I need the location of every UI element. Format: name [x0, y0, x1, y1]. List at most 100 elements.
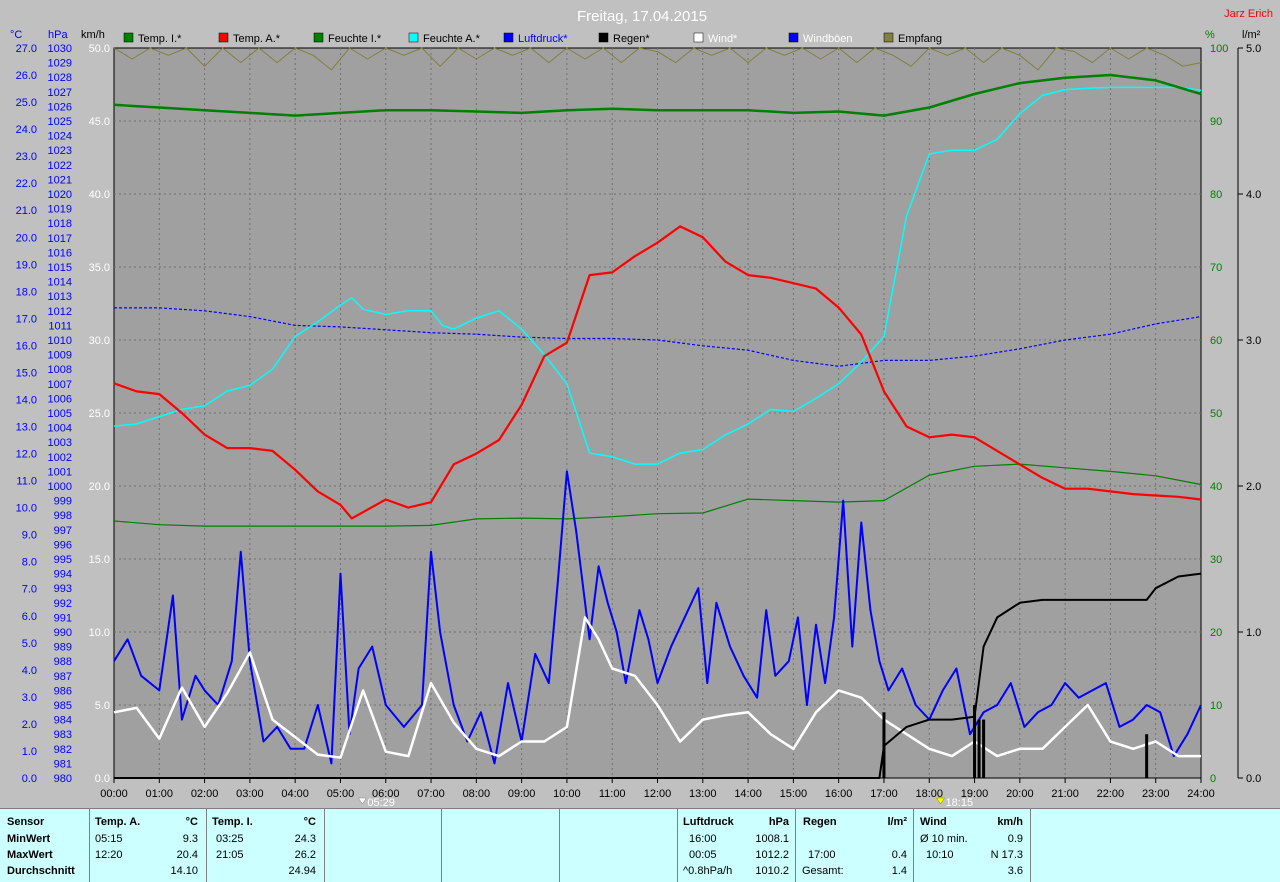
legend-swatch	[883, 32, 894, 43]
weather-chart: Freitag, 17.04.2015 Jarz Erich Temp. I.*…	[10, 8, 1273, 808]
celsius-tick-label: 0.0	[22, 773, 37, 785]
rain-total: 1.4	[891, 865, 907, 877]
axis-unit-rain: l/m²	[1242, 29, 1261, 41]
wind-header: Wind	[920, 816, 947, 828]
time-tick-label: 20:00	[1006, 788, 1034, 800]
hpa-tick-label: 1028	[48, 72, 72, 84]
time-tick-label: 16:00	[825, 788, 853, 800]
celsius-tick-label: 7.0	[22, 584, 37, 596]
celsius-tick-label: 11.0	[16, 476, 37, 488]
axis-time: 00:00 01:00 02:00 03:00 04:00 05:00 06:00 07:00…	[100, 778, 1215, 800]
legend-label: Regen*	[613, 33, 650, 45]
hpa-tick-label: 1027	[48, 87, 72, 99]
kmh-tick-label: 25.0	[89, 408, 110, 420]
hpa-tick-label: 1025	[48, 116, 72, 128]
stats-col-empty-3	[559, 809, 678, 882]
celsius-tick-label: 17.0	[16, 313, 37, 325]
rain-bar	[977, 719, 981, 778]
rain-tick-label: 1.0	[1246, 627, 1261, 639]
hpa-tick-label: 989	[54, 642, 72, 654]
rain-tick-label: 5.0	[1246, 43, 1261, 55]
hpa-tick-label: 1019	[48, 204, 72, 216]
temp-a-unit: °C	[185, 816, 198, 828]
rain-unit: l/m²	[887, 816, 907, 828]
hpa-tick-label: 1014	[48, 277, 72, 289]
legend-label: Empfang	[898, 33, 942, 45]
hpa-tick-label: 1015	[48, 262, 72, 274]
legend-label: Temp. A.*	[233, 33, 281, 45]
hpa-tick-label: 993	[54, 583, 72, 595]
celsius-tick-label: 2.0	[22, 719, 37, 731]
celsius-tick-label: 27.0	[16, 43, 37, 55]
axis-rain: 5.0 4.0 3.0 2.0 1.0 0.0	[1238, 43, 1261, 785]
kmh-tick-label: 5.0	[95, 700, 110, 712]
sunset-label: 18:15	[946, 797, 974, 808]
temp-i-min-time: 03:25	[216, 833, 244, 845]
kmh-tick-label: 40.0	[89, 189, 110, 201]
time-tick-label: 22:00	[1097, 788, 1125, 800]
temp-a-min-time: 05:15	[95, 833, 123, 845]
celsius-tick-label: 20.0	[16, 232, 37, 244]
time-tick-label: 13:00	[689, 788, 717, 800]
time-tick-label: 15:00	[780, 788, 808, 800]
pressure-min: 1008.1	[755, 833, 789, 845]
wind-unit: km/h	[997, 816, 1023, 828]
stats-col-temp-a: Temp. A. °C 05:15 9.3 12:20 20.4 14.10	[89, 809, 207, 882]
kmh-tick-label: 10.0	[89, 627, 110, 639]
legend-label: Wind*	[708, 33, 738, 45]
hpa-tick-label: 990	[54, 627, 72, 639]
rain-bar	[973, 705, 977, 778]
hpa-tick-label: 1017	[48, 233, 72, 245]
pressure-max: 1012.2	[755, 849, 789, 861]
temp-i-unit: °C	[303, 816, 316, 828]
hpa-tick-label: 981	[54, 758, 72, 770]
celsius-tick-label: 10.0	[16, 503, 37, 515]
axis-unit-hpa: hPa	[48, 29, 68, 41]
time-tick-label: 14:00	[734, 788, 762, 800]
hpa-tick-label: 996	[54, 539, 72, 551]
sunrise-icon	[357, 797, 367, 805]
legend-swatch	[218, 32, 229, 43]
legend-label: Temp. I.*	[138, 33, 182, 45]
hpa-tick-label: 1003	[48, 437, 72, 449]
percent-tick-label: 50	[1210, 408, 1222, 420]
hpa-tick-label: 1006	[48, 393, 72, 405]
legend-swatch	[408, 32, 419, 43]
hpa-tick-label: 987	[54, 671, 72, 683]
hpa-tick-label: 1011	[48, 320, 72, 332]
row-label-max: MaxWert	[7, 849, 53, 861]
rain-header: Regen	[803, 816, 837, 828]
kmh-tick-label: 15.0	[89, 554, 110, 566]
axis-unit-kmh: km/h	[81, 29, 105, 41]
percent-tick-label: 90	[1210, 116, 1222, 128]
temp-i-max-time: 21:05	[216, 849, 244, 861]
percent-tick-label: 80	[1210, 189, 1222, 201]
axis-unit-percent: %	[1205, 29, 1215, 41]
rain-bar	[882, 712, 886, 778]
time-tick-label: 09:00	[508, 788, 536, 800]
percent-tick-label: 60	[1210, 335, 1222, 347]
celsius-tick-label: 26.0	[16, 70, 37, 82]
hpa-tick-label: 1030	[48, 43, 72, 55]
celsius-tick-label: 4.0	[22, 665, 37, 677]
temp-i-avg: 24.94	[288, 865, 316, 877]
celsius-tick-label: 9.0	[22, 530, 37, 542]
rain-tick-label: 0.0	[1246, 773, 1261, 785]
temp-a-max: 20.4	[176, 849, 198, 861]
time-tick-label: 08:00	[463, 788, 491, 800]
hpa-tick-label: 988	[54, 656, 72, 668]
hpa-tick-label: 1001	[48, 466, 72, 478]
time-tick-label: 11:00	[599, 788, 626, 800]
percent-tick-label: 40	[1210, 481, 1222, 493]
hpa-tick-label: 984	[54, 715, 72, 727]
stats-col-empty-2	[441, 809, 560, 882]
time-tick-label: 00:00	[100, 788, 128, 800]
time-tick-label: 21:00	[1051, 788, 1079, 800]
hpa-tick-label: 1024	[48, 131, 72, 143]
hpa-tick-label: 1018	[48, 218, 72, 230]
time-tick-label: 02:00	[191, 788, 219, 800]
author-label: Jarz Erich	[1224, 8, 1273, 20]
hpa-tick-label: 1012	[48, 306, 72, 318]
axis-percent: 1009080706050403020100	[1210, 43, 1239, 785]
temp-i-header: Temp. I.	[212, 816, 253, 828]
